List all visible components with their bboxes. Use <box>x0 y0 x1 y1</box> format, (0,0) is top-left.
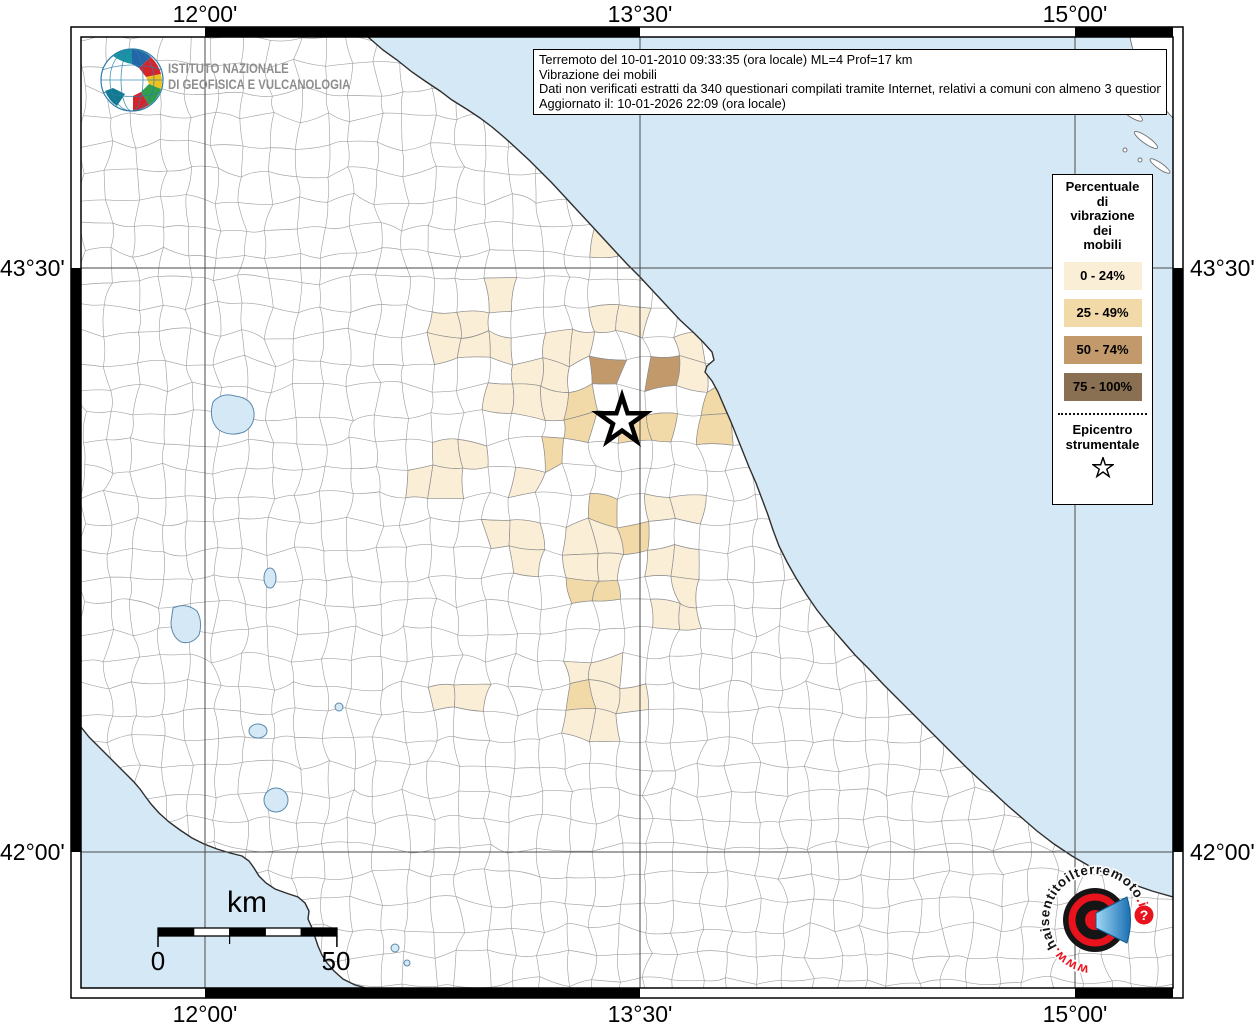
legend-title-line: dei <box>1053 224 1152 239</box>
legend-item: 50 - 74% <box>1064 336 1142 364</box>
legend-title-line: vibrazione <box>1053 209 1152 224</box>
axis-label-left-4200: 42°00' <box>0 839 64 866</box>
earthquake-info-box: Terremoto del 10-01-2010 09:33:35 (ora l… <box>533 49 1167 115</box>
legend-item-label: 0 - 24% <box>1064 262 1142 290</box>
affected-municipality <box>650 599 680 630</box>
legend-item-label: 75 - 100% <box>1064 373 1142 401</box>
legend-star-icon <box>1092 457 1114 478</box>
ingv-logo-text: ISTITUTO NAZIONALE DI GEOFISICA E VULCAN… <box>168 61 350 92</box>
legend-item: 0 - 24% <box>1064 262 1142 290</box>
map-svg: www.haisentitoilterremoto.it™ ? <box>0 0 1255 1024</box>
affected-municipality <box>509 520 545 550</box>
info-line-source: Dati non verificati estratti da 340 ques… <box>539 82 1161 97</box>
legend-epicenter-label: Epicentro <box>1053 422 1152 437</box>
affected-municipality <box>671 544 699 579</box>
legend-item: 25 - 49% <box>1064 299 1142 327</box>
info-line-type: Vibrazione dei mobili <box>539 68 1161 83</box>
info-line-updated: Aggiornato il: 10-01-2026 22:09 (ora loc… <box>539 97 1161 112</box>
affected-municipality <box>562 554 599 582</box>
scale-bar-start: 0 <box>144 946 172 977</box>
question-mark-badge: ? <box>1135 906 1154 925</box>
info-line-event: Terremoto del 10-01-2010 09:33:35 (ora l… <box>539 53 1161 68</box>
scale-bar-unit: km <box>212 886 282 920</box>
affected-municipality <box>616 684 649 714</box>
ingv-line1: ISTITUTO NAZIONALE <box>168 61 350 77</box>
legend-divider <box>1058 413 1147 415</box>
ingv-globe-icon <box>99 44 165 114</box>
scale-bar-end: 50 <box>318 946 354 977</box>
legend-item-label: 50 - 74% <box>1064 336 1142 364</box>
ingv-line2: DI GEOFISICA E VULCANOLOGIA <box>168 77 350 93</box>
axis-label-bottom-1330: 13°30' <box>608 1001 673 1024</box>
axis-label-right-4330: 43°30' <box>1190 255 1255 282</box>
legend-title-line: Percentuale <box>1053 180 1152 195</box>
legend-title-line: mobili <box>1053 238 1152 253</box>
axis-label-left-4330: 43°30' <box>0 255 64 282</box>
legend-title-line: di <box>1053 195 1152 210</box>
axis-label-bottom-12: 12°00' <box>173 1001 238 1024</box>
affected-municipality <box>696 413 733 445</box>
legend-item: 75 - 100% <box>1064 373 1142 401</box>
legend-panel: Percentuale di vibrazione dei mobili 0 -… <box>1052 174 1153 505</box>
map-canvas: www.haisentitoilterremoto.it™ ? <box>0 0 1255 1024</box>
axis-label-right-4200: 42°00' <box>1190 839 1255 866</box>
svg-text:?: ? <box>1140 907 1149 923</box>
legend-item-label: 25 - 49% <box>1064 299 1142 327</box>
affected-municipality <box>482 383 514 414</box>
axis-label-top-1330: 13°30' <box>608 1 673 28</box>
legend-epicenter-label: strumentale <box>1053 437 1152 452</box>
affected-municipality <box>589 304 619 332</box>
affected-municipality <box>428 465 464 499</box>
axis-label-bottom-15: 15°00' <box>1043 1001 1108 1024</box>
axis-label-top-12: 12°00' <box>173 1 238 28</box>
axis-label-top-15: 15°00' <box>1043 1 1108 28</box>
